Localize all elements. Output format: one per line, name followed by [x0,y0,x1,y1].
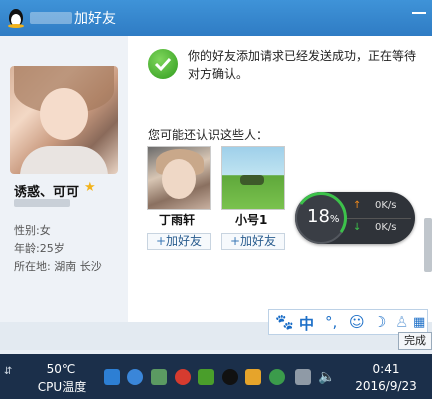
star-icon: ★ [84,180,96,195]
add-friend-button-2[interactable]: +加好友 [221,233,285,250]
cpu-temperature: 50℃ [46,362,76,376]
emoji-icon[interactable]: ☺ [349,313,365,331]
user-icon[interactable]: ♙ [395,313,408,331]
tray-toggle-icon[interactable]: ⇵ [4,366,12,377]
add-friend-button-1[interactable]: +加好友 [147,233,211,250]
security-tray-icon[interactable] [245,369,261,385]
clock-date[interactable]: 2016/9/23 [346,379,426,393]
suggestion-name-2[interactable]: 小号1 [235,211,267,228]
paw-icon[interactable]: 🐾 [275,313,294,331]
profile-location: 所在地: 湖南 长沙 [14,260,102,273]
download-speed: 0K/s [375,222,397,233]
volume-icon[interactable]: 🔈 [318,369,335,385]
blurred-qq-number [14,199,70,207]
suggestion-avatar-1[interactable] [147,146,211,210]
success-check-icon [148,49,178,79]
qq-penguin-icon [8,9,24,28]
qq-tray-icon[interactable] [222,369,238,385]
app-tray-icon[interactable] [151,369,167,385]
taskbar: ⇵ 50℃ CPU温度 🔈 0:41 2016/9/23 [0,354,432,399]
network-speed-widget[interactable]: 18% ↑ 0K/s ↓ 0K/s [290,187,415,249]
clock-time[interactable]: 0:41 [356,362,416,376]
profile-avatar [10,66,118,174]
suggestion-name-1[interactable]: 丁雨轩 [159,211,195,228]
profile-nickname: 诱惑、可可 [14,185,80,200]
success-message: 你的好友添加请求已经发送成功，正在等待对方确认。 [188,49,417,81]
browser-tray-icon[interactable] [104,369,120,385]
profile-age: 年龄:25岁 [14,242,65,255]
window-title: 加好友 [74,11,116,27]
shield-tray-icon[interactable] [127,369,143,385]
done-button[interactable]: 完成 [398,332,432,350]
blurred-account-name [30,12,72,24]
upload-speed: 0K/s [375,200,397,211]
network-tray-icon[interactable] [269,369,285,385]
grid-menu-icon[interactable]: ▦ [413,315,425,330]
nvidia-tray-icon[interactable] [198,369,214,385]
profile-gender: 性别:女 [14,224,51,237]
moon-icon[interactable]: ☽ [373,313,386,331]
minimize-button[interactable] [412,12,426,14]
suggestion-avatar-2[interactable] [221,146,285,210]
netease-tray-icon[interactable] [175,369,191,385]
upload-arrow-icon: ↑ [353,200,362,211]
title-bar: 加好友 [0,0,432,36]
scrollbar[interactable] [424,218,432,272]
cpu-temperature-label: CPU温度 [37,380,87,394]
download-arrow-icon: ↓ [353,222,362,233]
suggestions-heading: 您可能还认识这些人： [148,128,269,142]
usage-percent: 18% [307,206,340,227]
punctuation-icon[interactable]: °, [325,313,337,331]
ime-language-toggle[interactable]: 中 [299,313,314,334]
display-tray-icon[interactable] [295,369,311,385]
